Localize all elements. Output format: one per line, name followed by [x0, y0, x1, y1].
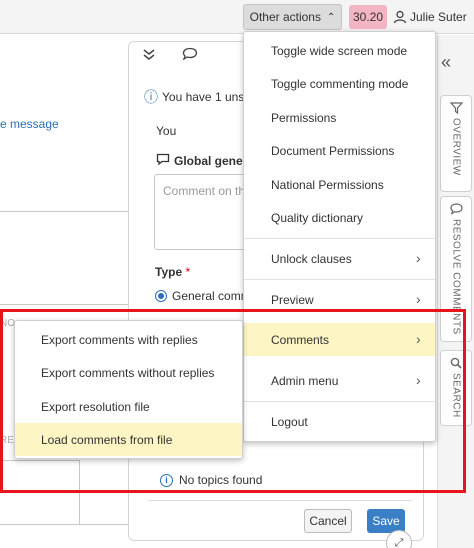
menu-item-toggle-wide-screen[interactable]: Toggle wide screen mode — [244, 34, 435, 67]
other-actions-button[interactable]: Other actions ⌃ — [243, 4, 342, 30]
comment-icon — [449, 203, 463, 215]
other-actions-label: Other actions — [249, 10, 321, 24]
panel-footer-divider — [148, 500, 412, 501]
highlight-frame — [0, 309, 466, 493]
menu-item-label: Toggle wide screen mode — [271, 43, 408, 58]
chevron-right-icon: › — [416, 291, 421, 307]
version-badge[interactable]: 30.20 — [349, 5, 387, 29]
chevron-right-icon: › — [416, 250, 421, 266]
menu-item-label: Preview — [271, 292, 314, 307]
type-label: Type * — [155, 265, 190, 279]
comment-textarea[interactable]: Comment on the — [154, 174, 246, 250]
top-bar: Other actions ⌃ 30.20 Julie Suter — [0, 0, 474, 34]
global-general-heading: Global general — [156, 153, 248, 169]
radio-general-comment[interactable]: General comment — [155, 289, 247, 303]
menu-item-document-permissions[interactable]: Document Permissions — [244, 134, 435, 167]
radio-selected-icon[interactable] — [155, 290, 167, 302]
user-name: Julie Suter — [410, 10, 467, 24]
menu-item-national-permissions[interactable]: National Permissions — [244, 168, 435, 201]
left-content-box — [0, 211, 134, 305]
cancel-button[interactable]: Cancel — [304, 509, 352, 533]
chevron-up-icon: ⌃ — [326, 11, 336, 23]
menu-item-label: Permissions — [271, 110, 337, 125]
required-mark: * — [185, 265, 191, 279]
menu-item-label: Document Permissions — [271, 143, 395, 158]
user-icon — [393, 10, 407, 24]
user-menu[interactable]: Julie Suter — [393, 6, 467, 28]
tab-overview[interactable]: OVERVIEW — [440, 95, 472, 192]
menu-item-toggle-commenting[interactable]: Toggle commenting mode — [244, 67, 435, 100]
menu-item-label: Quality dictionary — [271, 210, 364, 225]
comment-bubble-icon[interactable] — [182, 47, 198, 64]
comment-icon — [156, 153, 170, 169]
comment-author: You — [156, 124, 177, 138]
unsaved-text: You have 1 unsaved — [162, 90, 254, 104]
tab-overview-label: OVERVIEW — [450, 118, 462, 176]
radio-general-label: General comment — [172, 289, 247, 303]
menu-item-unlock-clauses[interactable]: Unlock clauses › — [244, 242, 435, 275]
global-general-label: Global general — [174, 154, 248, 168]
filter-icon — [449, 102, 463, 114]
warning-icon: ⓘ — [144, 89, 158, 105]
menu-item-label: Unlock clauses — [271, 251, 352, 266]
menu-item-quality-dictionary[interactable]: Quality dictionary — [244, 201, 435, 234]
menu-item-label: Toggle commenting mode — [271, 76, 409, 91]
double-chevron-down-icon[interactable] — [142, 47, 156, 64]
menu-item-label: National Permissions — [271, 177, 384, 192]
menu-divider — [244, 238, 435, 239]
unsaved-notice: ⓘ You have 1 unsaved — [144, 82, 254, 112]
double-chevron-left-icon[interactable]: « — [441, 52, 451, 73]
left-message-link[interactable]: e message — [0, 117, 59, 131]
type-label-text: Type — [155, 265, 183, 279]
menu-item-permissions[interactable]: Permissions — [244, 101, 435, 134]
menu-divider — [244, 279, 435, 280]
panel-toolbar — [142, 47, 198, 64]
